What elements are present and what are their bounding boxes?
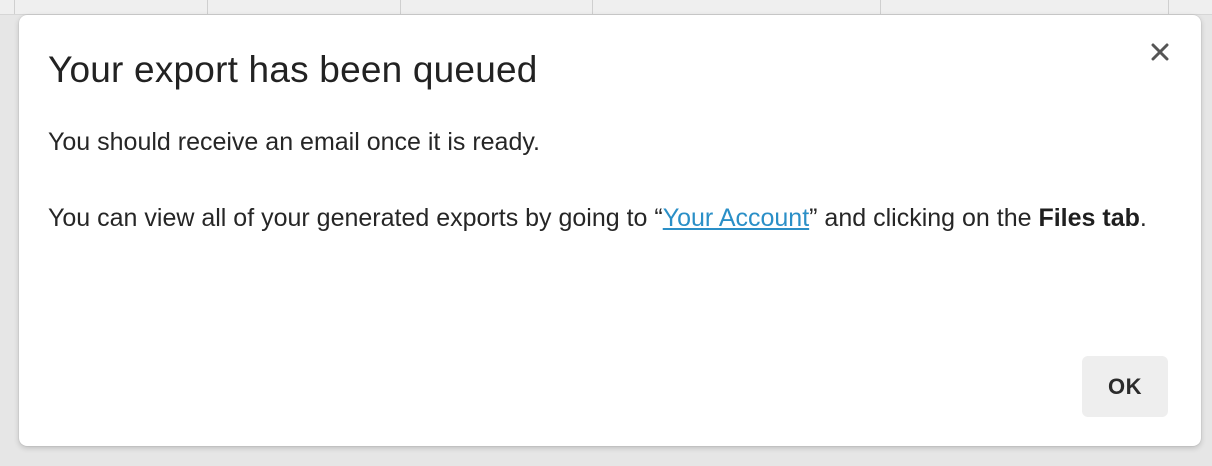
export-queued-dialog: Your export has been queued You should r… — [19, 15, 1201, 446]
dialog-message-exports: You can view all of your generated expor… — [48, 195, 1168, 241]
dialog-message-email: You should receive an email once it is r… — [48, 128, 540, 156]
files-tab-label: Files tab — [1038, 204, 1140, 232]
close-icon — [1151, 43, 1169, 61]
background-column-divider — [400, 0, 401, 14]
background-column-divider — [1168, 0, 1169, 14]
ok-button[interactable]: OK — [1082, 356, 1168, 417]
message-text: You can view all of your generated expor… — [48, 204, 663, 232]
background-column-divider — [207, 0, 208, 14]
dialog-title: Your export has been queued — [48, 49, 538, 90]
message-text: ” and clicking on the — [809, 204, 1039, 232]
background-table-header — [0, 0, 1212, 15]
message-text: . — [1139, 204, 1147, 232]
background-column-divider — [880, 0, 881, 14]
background-column-divider — [14, 0, 15, 14]
close-button[interactable] — [1145, 37, 1175, 67]
background-column-divider — [592, 0, 593, 14]
your-account-link[interactable]: Your Account — [663, 204, 809, 232]
